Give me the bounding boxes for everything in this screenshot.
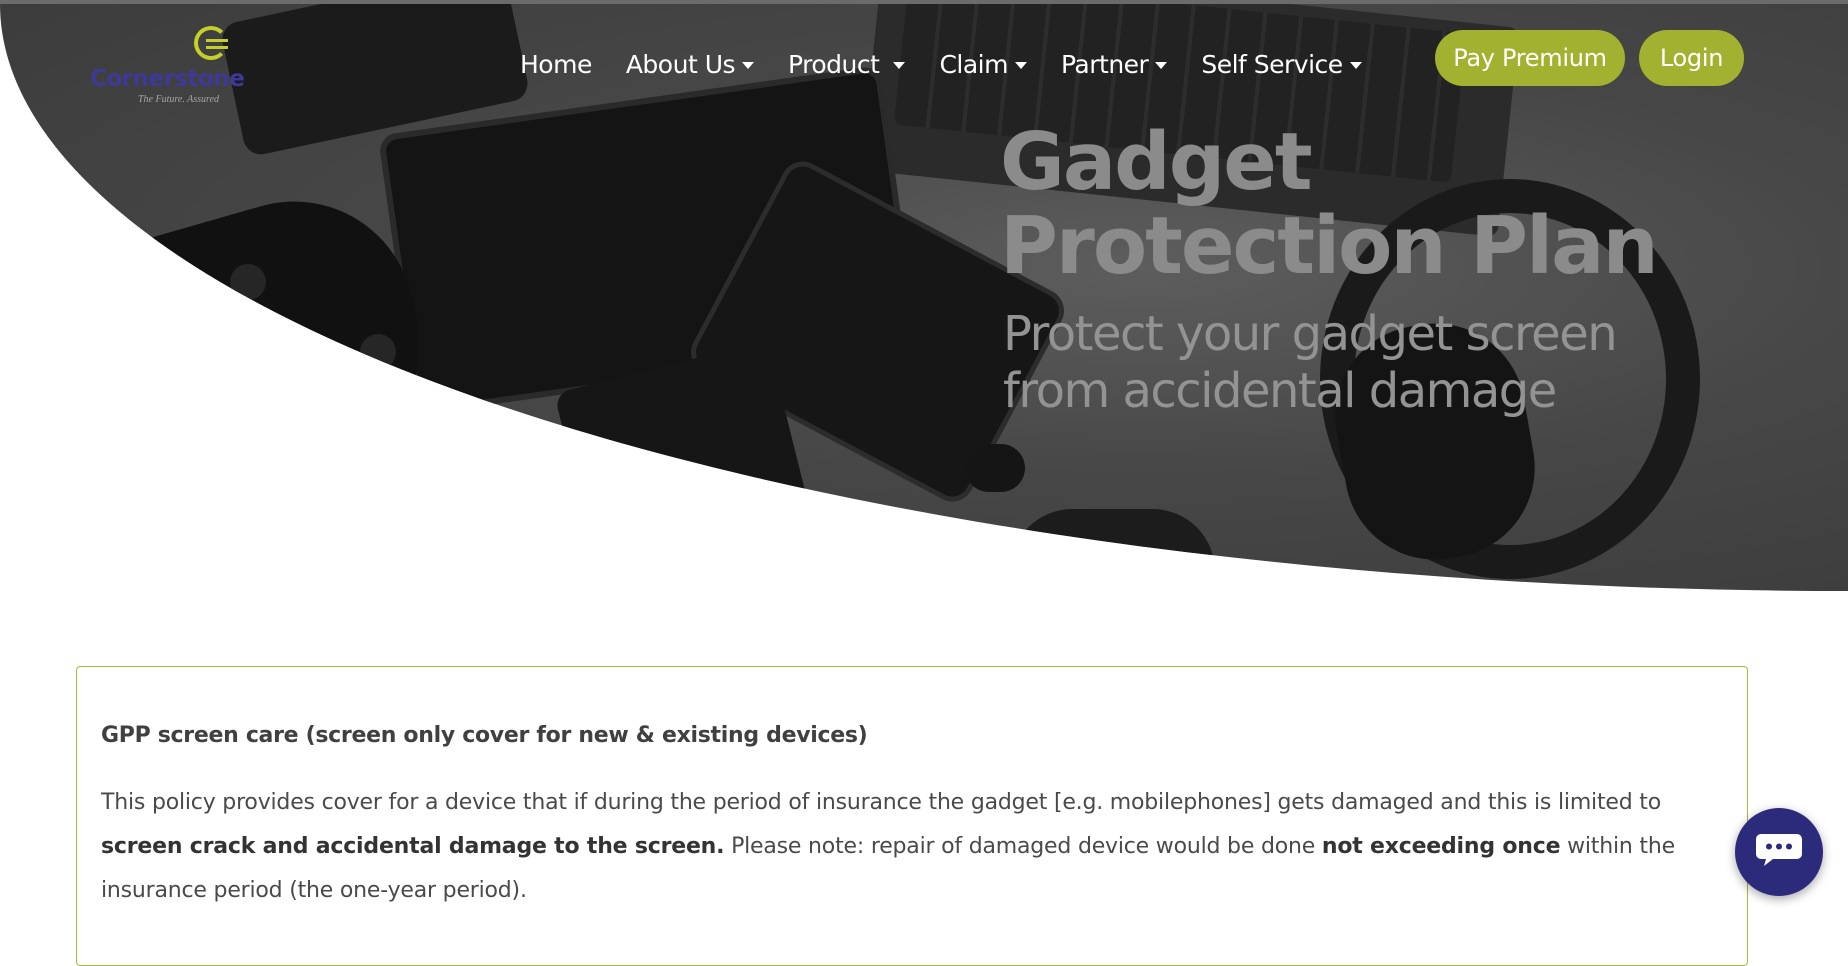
nav-item-home[interactable]: Home (520, 50, 592, 79)
brand-tagline: The Future. Assured (138, 94, 220, 105)
hero-subtitle-line-1: Protect your gadget screen (1003, 306, 1618, 362)
nav-item-label: About Us (625, 49, 736, 79)
nav-item-self-service[interactable]: Self Service (1201, 49, 1362, 79)
nav-item-label: Partner (1060, 49, 1149, 79)
hero-subtitle-line-2: from accidental damage (1003, 363, 1557, 419)
brand-name: Cornerstone (90, 66, 245, 92)
sd-card-image (851, 513, 949, 591)
chat-widget-button[interactable] (1735, 808, 1823, 896)
nav-item-label: Claim (939, 49, 1008, 79)
nav-item-about-us[interactable]: About Us (625, 49, 755, 79)
nav-item-claim[interactable]: Claim (939, 50, 1027, 79)
hero-title-line-2: Protection Plan (1000, 200, 1659, 292)
gamepad-button (230, 264, 266, 300)
caret-down-icon (1349, 61, 1362, 69)
policy-heading: GPP screen care (screen only cover for n… (101, 723, 868, 748)
policy-card: GPP screen care (screen only cover for n… (76, 666, 1748, 966)
caret-down-icon (742, 61, 755, 69)
caret-down-icon (1155, 61, 1168, 69)
gamepad-button (300, 374, 348, 422)
nav-item-label: Product (788, 49, 880, 79)
gamepad-button (360, 334, 396, 370)
earbud-image (965, 444, 1025, 492)
hero-title-line-1: Gadget (1000, 116, 1313, 208)
hero-title: Gadget Protection Plan (1000, 120, 1700, 288)
policy-text-bold: not exceeding once (1321, 834, 1561, 859)
login-button[interactable]: Login (1639, 30, 1744, 86)
nav-item-partner[interactable]: Partner (1060, 49, 1168, 79)
nav-item-label: Self Service (1201, 49, 1343, 79)
policy-text: Please note: repair of damaged device wo… (724, 834, 1322, 859)
chat-bubble-icon (1756, 834, 1802, 866)
pay-premium-button[interactable]: Pay Premium (1435, 30, 1625, 86)
main-navigation: Home About Us Product Claim Partner Self… (520, 44, 1396, 84)
caret-down-icon (1014, 61, 1027, 69)
policy-description: This policy provides cover for a device … (101, 781, 1731, 913)
mouse-image (1010, 509, 1215, 591)
policy-text-bold: screen crack and accidental damage to th… (101, 834, 725, 859)
hero-banner: Gadget Protection Plan Protect your gadg… (0, 4, 1848, 591)
nav-item-label: Home (520, 49, 592, 79)
caret-down-icon (893, 61, 906, 69)
hero-subtitle: Protect your gadget screen from accident… (1003, 306, 1663, 420)
cornerstone-c-mark-icon (194, 26, 228, 60)
brand-logo[interactable]: Cornerstone The Future. Assured (90, 22, 250, 112)
policy-text: This policy provides cover for a device … (101, 790, 1661, 815)
nav-item-product[interactable]: Product (788, 49, 906, 79)
